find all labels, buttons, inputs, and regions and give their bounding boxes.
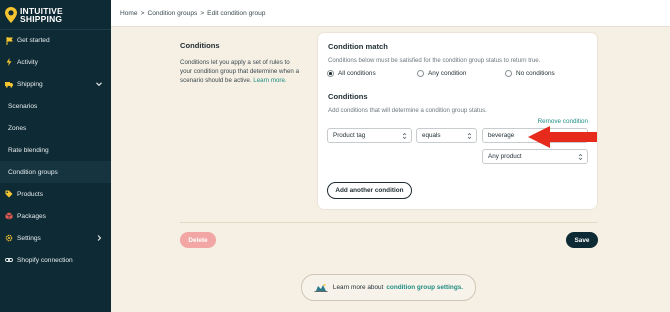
sidebar-item-activity[interactable]: Activity <box>0 51 111 73</box>
radio-all-conditions[interactable]: All conditions <box>327 70 417 77</box>
learn-more-banner: Learn more about condition group setting… <box>301 274 476 301</box>
sidebar-item-label: Get started <box>17 37 50 44</box>
sidebar-item-label: Condition groups <box>8 168 58 176</box>
condition-match-radios: All conditions Any condition No conditio… <box>327 70 555 77</box>
condition-field-select[interactable]: Product tag <box>327 128 412 143</box>
brand-line-2: SHIPPING <box>20 13 63 24</box>
learn-more-prefix: Learn more about <box>332 284 384 291</box>
sidebar-item-settings[interactable]: Settings <box>0 227 111 249</box>
sidebar-item-scenarios[interactable]: Scenarios <box>0 95 111 117</box>
sidebar-item-label: Packages <box>17 212 46 220</box>
chevron-down-icon <box>96 82 102 87</box>
sidebar-item-condition-groups[interactable]: Condition groups <box>0 161 111 183</box>
radio-no-conditions[interactable]: No conditions <box>505 70 555 77</box>
location-pin-icon <box>5 6 17 23</box>
save-button[interactable]: Save <box>566 232 598 248</box>
delete-button[interactable]: Delete <box>180 232 216 248</box>
sidebar-item-label: Products <box>17 190 44 198</box>
conditions-title: Conditions <box>328 92 368 101</box>
truck-icon <box>5 80 13 88</box>
sidebar-item-label: Scenarios <box>8 102 38 110</box>
sidebar-item-zones[interactable]: Zones <box>0 117 111 139</box>
breadcrumb-separator: > <box>200 9 205 17</box>
input-value: beverage <box>488 132 515 139</box>
radio-button[interactable] <box>417 70 424 77</box>
select-value: Any product <box>488 153 522 160</box>
sidebar-item-shipping[interactable]: Shipping <box>0 73 111 95</box>
product-scope-select[interactable]: Any product <box>482 149 588 164</box>
sidebar-item-rate-blending[interactable]: Rate blending <box>0 139 111 161</box>
select-arrows-icon <box>578 153 583 161</box>
condition-operator-select[interactable]: equals <box>416 128 477 143</box>
sidebar-item-label: Shopify connection <box>17 256 73 264</box>
section-description: Conditions let you apply a set of rules … <box>180 59 300 86</box>
conditions-description: Add conditions that will determine a con… <box>328 107 487 114</box>
sidebar-item-label: Activity <box>17 58 38 66</box>
radio-label: No conditions <box>516 70 555 77</box>
gear-icon <box>5 234 13 242</box>
radio-button-checked[interactable] <box>327 70 334 77</box>
select-value: Product tag <box>333 132 366 139</box>
sidebar-item-get-started[interactable]: Get started <box>0 29 111 51</box>
sidebar-item-label: Rate blending <box>8 146 49 154</box>
radio-button[interactable] <box>505 70 512 77</box>
select-arrows-icon <box>467 132 472 140</box>
chevron-right-icon <box>97 235 102 241</box>
breadcrumb-current: Edit condition group <box>207 9 266 17</box>
sidebar-item-label: Shipping <box>17 80 43 88</box>
add-another-condition-button[interactable]: Add another condition <box>327 182 412 199</box>
divider <box>180 222 598 223</box>
remove-condition-link[interactable]: Remove condition <box>538 118 588 125</box>
shipping-illustration-icon <box>314 283 328 292</box>
radio-any-condition[interactable]: Any condition <box>417 70 505 77</box>
condition-match-title: Condition match <box>328 42 388 51</box>
condition-match-description: Conditions below must be satisfied for t… <box>328 57 541 64</box>
breadcrumb-separator: > <box>140 9 145 17</box>
lightning-icon <box>5 58 13 66</box>
sidebar-item-label: Settings <box>17 234 41 242</box>
breadcrumb: Home > Condition groups > Edit condition… <box>111 0 670 27</box>
annotation-arrow-icon <box>528 126 597 148</box>
breadcrumb-home[interactable]: Home <box>120 10 138 17</box>
sidebar-item-shopify-connection[interactable]: Shopify connection <box>0 249 111 271</box>
sidebar-item-products[interactable]: Products <box>0 183 111 205</box>
select-arrows-icon <box>402 132 407 140</box>
brand-logo[interactable]: INTUITIVE SHIPPING <box>0 0 111 29</box>
condition-group-settings-link[interactable]: condition group settings. <box>386 284 463 291</box>
learn-more-link[interactable]: Learn more. <box>253 77 286 84</box>
sidebar-item-packages[interactable]: Packages <box>0 205 111 227</box>
link-icon <box>5 256 13 264</box>
breadcrumb-condition-groups[interactable]: Condition groups <box>147 10 197 17</box>
sidebar: INTUITIVE SHIPPING Get started Activity … <box>0 0 111 312</box>
flag-icon <box>5 36 13 45</box>
tag-icon <box>5 190 13 198</box>
sidebar-item-label: Zones <box>8 124 27 132</box>
box-icon <box>5 212 13 220</box>
radio-label: All conditions <box>338 70 376 77</box>
select-value: equals <box>422 132 441 139</box>
section-title: Conditions <box>180 41 220 50</box>
radio-label: Any condition <box>428 70 467 77</box>
